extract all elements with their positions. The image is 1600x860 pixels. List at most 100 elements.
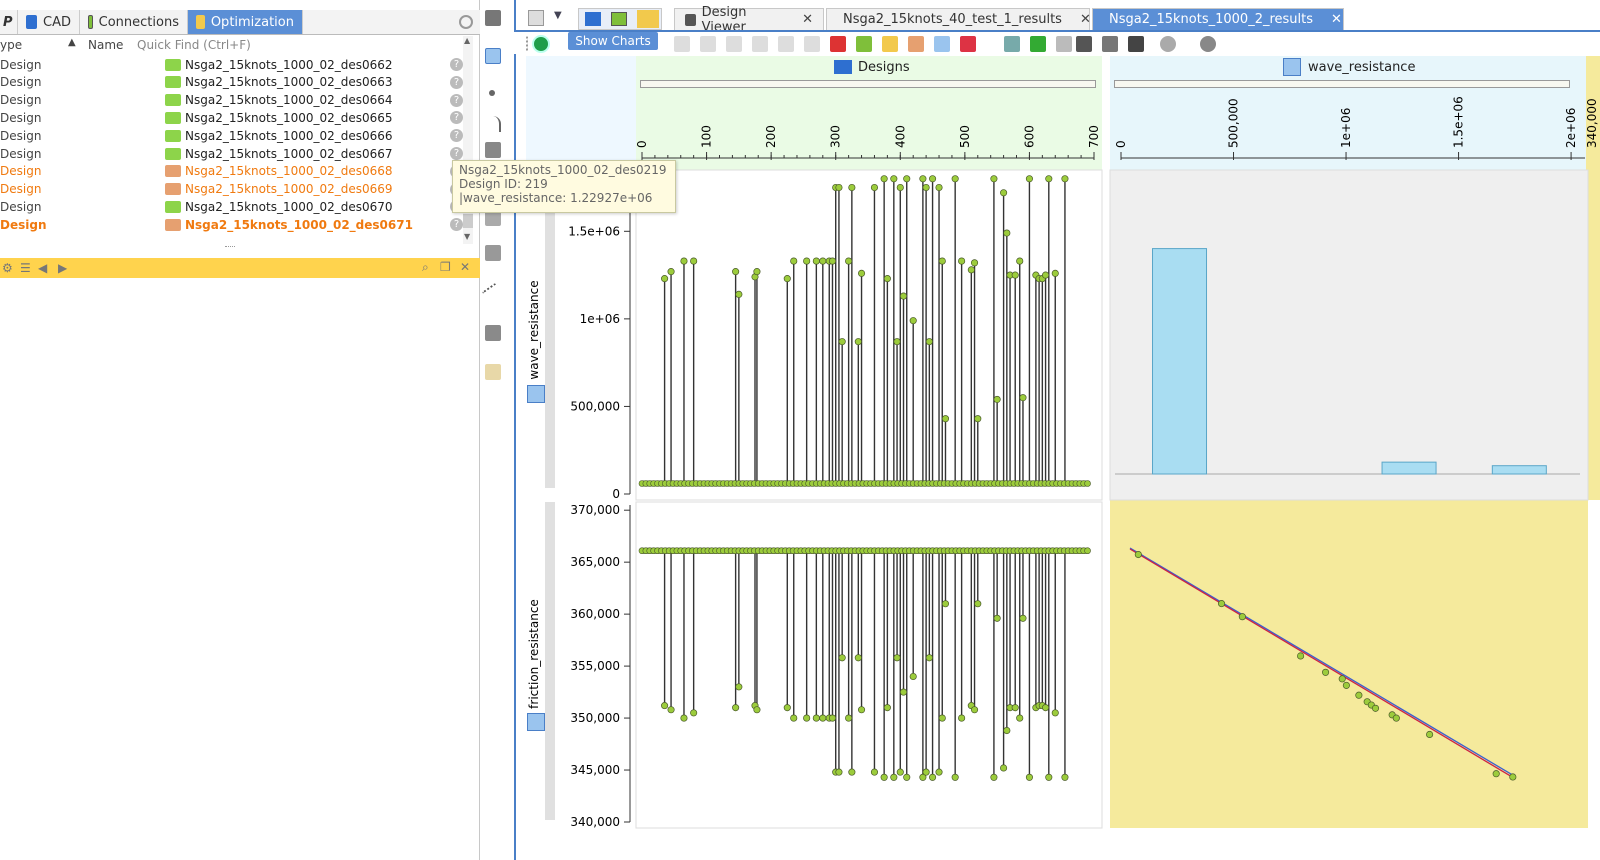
friction-data-point bbox=[854, 654, 862, 662]
friction-data-point bbox=[925, 654, 933, 662]
wave-vslider[interactable] bbox=[545, 170, 555, 488]
wave-data-point bbox=[919, 175, 927, 183]
friction-vslider[interactable] bbox=[545, 502, 555, 820]
wave-data-point bbox=[990, 175, 998, 183]
wave-data-point bbox=[1051, 269, 1059, 277]
wave-data-point bbox=[925, 338, 933, 346]
wave-data-point bbox=[848, 183, 856, 192]
wave-data-point bbox=[903, 175, 911, 183]
friction-data-point bbox=[1000, 764, 1008, 772]
friction-data-point bbox=[951, 773, 959, 781]
friction-data-point bbox=[819, 714, 827, 722]
wave-data-point bbox=[1025, 175, 1033, 183]
designs-x-tick-label: 400 bbox=[893, 125, 907, 148]
wave-x-tick-label: 500,000 bbox=[1227, 98, 1241, 148]
wave-data-point bbox=[967, 266, 975, 274]
wave-data-point bbox=[893, 338, 901, 346]
wave-data-point bbox=[680, 257, 688, 265]
designs-x-tick-label: 0 bbox=[635, 140, 649, 148]
correlation-point bbox=[1492, 770, 1500, 778]
friction-data-point bbox=[990, 773, 998, 781]
friction-data-point bbox=[1045, 773, 1053, 781]
correlation-point bbox=[1392, 714, 1400, 722]
correlation-point bbox=[1134, 550, 1142, 559]
friction-data-point bbox=[661, 702, 669, 710]
friction-data-point bbox=[883, 704, 891, 712]
correlation-point bbox=[1426, 730, 1434, 739]
friction-data-point bbox=[970, 706, 979, 714]
friction-data-point bbox=[929, 773, 937, 781]
friction-data-point bbox=[838, 654, 846, 662]
wave-data-point bbox=[974, 415, 982, 423]
friction-data-point bbox=[732, 704, 740, 712]
wave-y-tick-label: 500,000 bbox=[570, 399, 620, 413]
friction-y-tick-label: 360,000 bbox=[570, 607, 620, 621]
friction-data-point bbox=[803, 714, 811, 722]
friction-y-tick-label: 370,000 bbox=[570, 503, 620, 517]
friction-data-point bbox=[1016, 714, 1024, 722]
friction-y-tick-label: 350,000 bbox=[570, 711, 620, 725]
friction-axis-icon[interactable] bbox=[527, 713, 545, 731]
friction-data-point bbox=[903, 773, 911, 781]
correlation-point bbox=[1371, 704, 1380, 712]
wave-data-point bbox=[941, 415, 950, 423]
correlation-point bbox=[1342, 681, 1350, 689]
correlation-point bbox=[1217, 600, 1226, 608]
wave-vs-design-frame bbox=[635, 169, 1103, 501]
wave-data-point bbox=[1003, 229, 1011, 237]
designs-x-tick-label: 300 bbox=[829, 125, 843, 148]
friction-data-point bbox=[1051, 709, 1059, 717]
wave-baseline-point bbox=[1084, 480, 1091, 487]
friction-data-point bbox=[1003, 726, 1011, 735]
wave-data-point bbox=[890, 175, 898, 183]
friction-data-point bbox=[735, 683, 743, 691]
correlation-point bbox=[1355, 691, 1363, 699]
wave-data-point bbox=[899, 292, 908, 300]
tooltip-design-name: Nsga2_15knots_1000_02_des0219 bbox=[459, 163, 667, 177]
wave-x-tick-label: 1.5e+06 bbox=[1452, 96, 1466, 148]
friction-data-point bbox=[753, 706, 761, 714]
correlation-fit-line bbox=[1129, 548, 1516, 780]
friction-data-point bbox=[1019, 614, 1027, 622]
wave-x-tick-label: 2e+06 bbox=[1564, 108, 1578, 148]
tooltip-wave-value: |wave_resistance: 1.22927e+06 bbox=[459, 191, 653, 205]
friction-data-point bbox=[958, 714, 966, 722]
wave-data-point bbox=[812, 257, 820, 265]
friction-y-axis-label: friction_resistance bbox=[527, 599, 541, 709]
wave-x-tick-label: 1e+06 bbox=[1339, 108, 1353, 148]
friction-data-point bbox=[993, 614, 1001, 622]
wave-data-point bbox=[735, 290, 743, 298]
wave-data-point bbox=[993, 395, 1001, 403]
friction-data-point bbox=[896, 768, 904, 776]
wave-data-point bbox=[870, 183, 879, 192]
friction-data-point bbox=[880, 773, 888, 781]
histogram-bar bbox=[1152, 248, 1208, 475]
wave-data-point bbox=[1016, 257, 1024, 265]
wave-data-point bbox=[828, 257, 837, 265]
wave-data-point bbox=[661, 275, 669, 283]
correlation-point bbox=[1509, 773, 1517, 781]
wave-data-point bbox=[1011, 271, 1019, 279]
wave-axis-icon[interactable] bbox=[527, 385, 545, 403]
wave-data-point bbox=[958, 257, 966, 265]
friction-data-point bbox=[667, 706, 675, 714]
friction-data-point bbox=[893, 654, 901, 662]
wave-data-point bbox=[845, 257, 853, 265]
designs-x-tick-label: 100 bbox=[700, 125, 714, 148]
friction-data-point bbox=[828, 714, 837, 722]
wave-y-tick-label: 0 bbox=[612, 487, 620, 501]
wave-data-point bbox=[803, 257, 811, 265]
wave-data-point bbox=[1000, 189, 1008, 197]
correlation-trend-line bbox=[1129, 547, 1514, 776]
designs-x-tick-label: 700 bbox=[1087, 125, 1101, 148]
friction-data-point bbox=[1025, 773, 1033, 781]
wave-data-point bbox=[970, 259, 979, 267]
wave-data-point bbox=[854, 338, 862, 346]
wave-y-tick-label: 1e+06 bbox=[580, 312, 620, 326]
wave-data-point bbox=[1061, 175, 1069, 183]
friction-data-point bbox=[790, 714, 798, 722]
histogram-bar bbox=[1491, 465, 1547, 475]
wave-data-point bbox=[880, 175, 888, 183]
friction-data-point bbox=[922, 768, 930, 776]
wave-data-point bbox=[819, 257, 827, 265]
